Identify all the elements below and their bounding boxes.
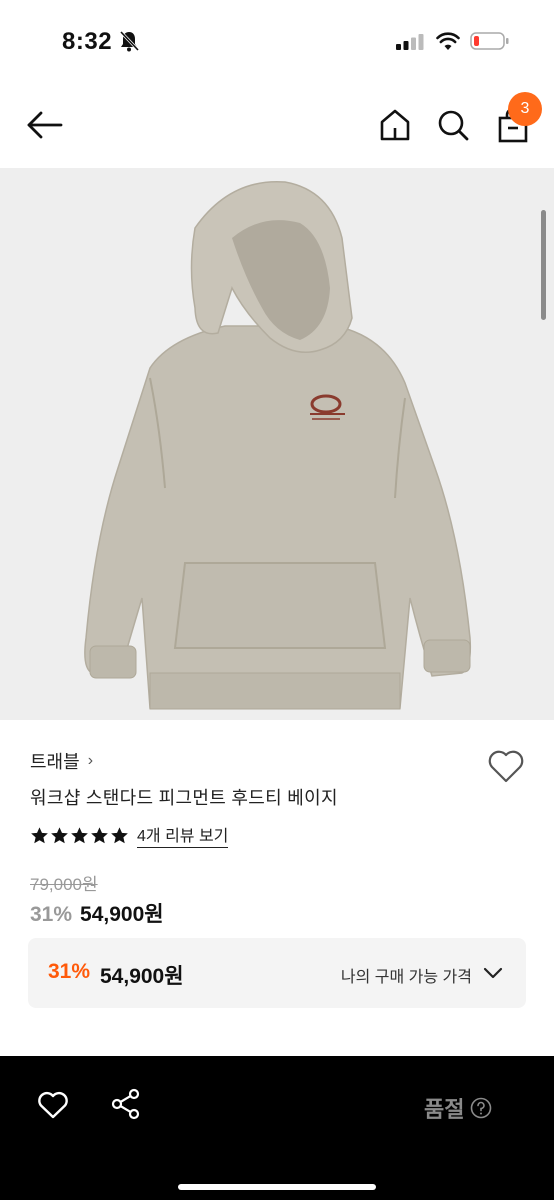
home-icon[interactable] — [378, 108, 412, 142]
bottom-action-bar: 품절 — [0, 1056, 554, 1200]
hoodie-illustration — [84, 180, 472, 710]
sale-price: 54,900원 — [80, 903, 164, 926]
brand-link[interactable]: 트래블 › — [30, 748, 93, 774]
status-bar: 8:32 — [0, 0, 554, 80]
star-icon — [111, 826, 128, 843]
chevron-right-icon: › — [87, 752, 94, 769]
my-price-dropdown[interactable]: 31% 54,900원 나의 구매 가능 가격 — [28, 938, 526, 1008]
search-icon[interactable] — [436, 108, 470, 142]
star-icon — [91, 826, 108, 843]
product-title: 워크샵 스탠다드 피그먼트 후드티 베이지 — [30, 788, 338, 808]
back-arrow-icon[interactable] — [26, 110, 64, 140]
bell-slash-icon — [119, 30, 140, 52]
rating-row: 4개 리뷰 보기 — [30, 822, 229, 848]
my-price-label: 나의 구매 가능 가격 — [340, 969, 472, 986]
review-link[interactable]: 4개 리뷰 보기 — [137, 822, 229, 848]
original-price: 79,000원 — [30, 875, 98, 894]
star-icon — [31, 826, 48, 843]
star-icon — [71, 826, 88, 843]
star-rating — [30, 826, 129, 845]
discount-rate: 31% — [30, 903, 73, 926]
my-discount-rate: 31% — [48, 960, 91, 983]
heart-icon[interactable] — [487, 748, 525, 784]
scroll-indicator[interactable] — [541, 210, 546, 320]
chevron-down-icon — [483, 967, 503, 979]
status-time: 8:32 — [62, 28, 113, 55]
top-nav: 3 — [0, 80, 554, 168]
star-icon — [51, 826, 68, 843]
question-icon[interactable] — [470, 1097, 492, 1119]
sale-price-row: 31% 54,900원 — [30, 898, 164, 928]
soldout-label: 품절 — [424, 1097, 465, 1122]
heart-icon[interactable] — [37, 1090, 69, 1120]
wifi-icon — [436, 32, 460, 50]
cart-count-badge: 3 — [508, 92, 542, 126]
battery-icon — [470, 32, 509, 50]
home-indicator — [178, 1184, 376, 1190]
soldout-button[interactable]: 품절 — [424, 1092, 492, 1124]
product-image[interactable] — [0, 168, 554, 720]
my-price: 54,900원 — [100, 965, 184, 988]
share-icon[interactable] — [110, 1088, 142, 1120]
brand-name: 트래블 — [30, 752, 80, 772]
signal-icon — [396, 34, 424, 50]
